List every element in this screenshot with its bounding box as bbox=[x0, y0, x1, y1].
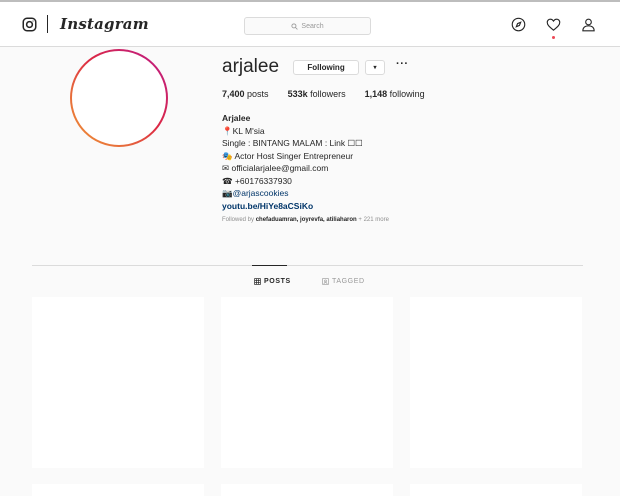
bio-line: 🎭 Actor Host Singer Entrepreneur bbox=[222, 150, 354, 161]
stat-followers-label: followers bbox=[310, 89, 346, 99]
profile-stats: 7,400 posts 533k followers 1,148 followi… bbox=[222, 89, 602, 99]
notification-dot bbox=[552, 36, 555, 39]
profile-username: arjalee bbox=[222, 56, 280, 77]
profile-button[interactable] bbox=[581, 17, 596, 32]
followed-by-more: + 221 more bbox=[358, 217, 389, 223]
top-navigation-bar: Instagram Search bbox=[0, 2, 620, 47]
stat-followers[interactable]: 533k followers bbox=[288, 89, 346, 99]
tagged-user-icon bbox=[322, 278, 329, 285]
tab-posts-label: POSTS bbox=[264, 278, 291, 285]
bio-line: Single : BINTANG MALAM : Link ☐☐ bbox=[222, 138, 363, 148]
explore-button[interactable] bbox=[511, 17, 526, 32]
stat-followers-count: 533k bbox=[287, 89, 308, 99]
tab-posts[interactable]: POSTS bbox=[254, 278, 291, 285]
stat-posts-count: 7,400 bbox=[222, 89, 245, 99]
followed-by-names: chefaduamran, joyrevfa, atiliaharon bbox=[255, 217, 357, 223]
post-thumbnail[interactable] bbox=[32, 297, 204, 468]
profile-avatar[interactable] bbox=[70, 49, 168, 147]
search-input[interactable]: Search bbox=[244, 17, 371, 35]
tab-tagged[interactable]: TAGGED bbox=[322, 278, 365, 285]
post-thumbnail[interactable] bbox=[32, 484, 204, 496]
nav-separator bbox=[47, 15, 48, 33]
tab-tagged-label: TAGGED bbox=[332, 278, 365, 285]
bio-line: ✉ officialarjalee@gmail.com bbox=[222, 163, 329, 173]
bio-website-link[interactable]: youtu.be/HiYe8aCSiKo bbox=[222, 200, 602, 213]
search-icon bbox=[291, 22, 299, 30]
followed-by-text[interactable]: Followed by chefaduamran, joyrevfa, atil… bbox=[222, 217, 602, 223]
post-thumbnail[interactable] bbox=[221, 484, 393, 496]
stat-following[interactable]: 1,148 following bbox=[365, 89, 425, 99]
instagram-logo-icon[interactable] bbox=[22, 17, 37, 32]
bio-line: 📍KL M'sia bbox=[222, 125, 265, 136]
avatar-image bbox=[72, 51, 166, 145]
compass-icon bbox=[511, 17, 526, 32]
search-placeholder: Search bbox=[301, 22, 324, 30]
active-tab-indicator bbox=[252, 265, 287, 266]
followed-by-prefix: Followed by bbox=[222, 217, 255, 223]
post-thumbnail[interactable] bbox=[221, 297, 393, 468]
post-thumbnail[interactable] bbox=[410, 484, 582, 496]
nav-actions bbox=[491, 17, 596, 39]
nav-brand[interactable]: Instagram bbox=[22, 15, 149, 33]
post-thumbnail[interactable] bbox=[410, 297, 582, 468]
bio-full-name: Arjalee bbox=[222, 113, 251, 123]
instagram-wordmark[interactable]: Instagram bbox=[60, 15, 149, 33]
suggestions-dropdown-button[interactable]: ▾ bbox=[365, 59, 386, 75]
bio-line: ☎ +60176337930 bbox=[222, 175, 292, 186]
grid-icon bbox=[254, 278, 261, 285]
stat-posts-label: posts bbox=[247, 89, 269, 99]
stat-posts: 7,400 posts bbox=[222, 89, 269, 99]
tabs-divider bbox=[32, 265, 583, 266]
profile-name-row: arjalee Following ▾ ··· bbox=[222, 56, 602, 78]
bio-mention-link[interactable]: 📷@arjascookies bbox=[222, 187, 602, 200]
heart-icon bbox=[546, 18, 561, 31]
profile-header: arjalee Following ▾ ··· 7,400 posts 533k… bbox=[222, 56, 602, 223]
profile-bio: Arjalee 📍KL M'sia Single : BINTANG MALAM… bbox=[222, 112, 602, 212]
activity-button[interactable] bbox=[546, 17, 561, 39]
following-button[interactable]: Following bbox=[293, 59, 360, 75]
profile-icon bbox=[582, 18, 595, 32]
more-options-button[interactable]: ··· bbox=[396, 58, 409, 70]
stat-following-label: following bbox=[389, 89, 425, 99]
stat-following-count: 1,148 bbox=[364, 89, 388, 99]
